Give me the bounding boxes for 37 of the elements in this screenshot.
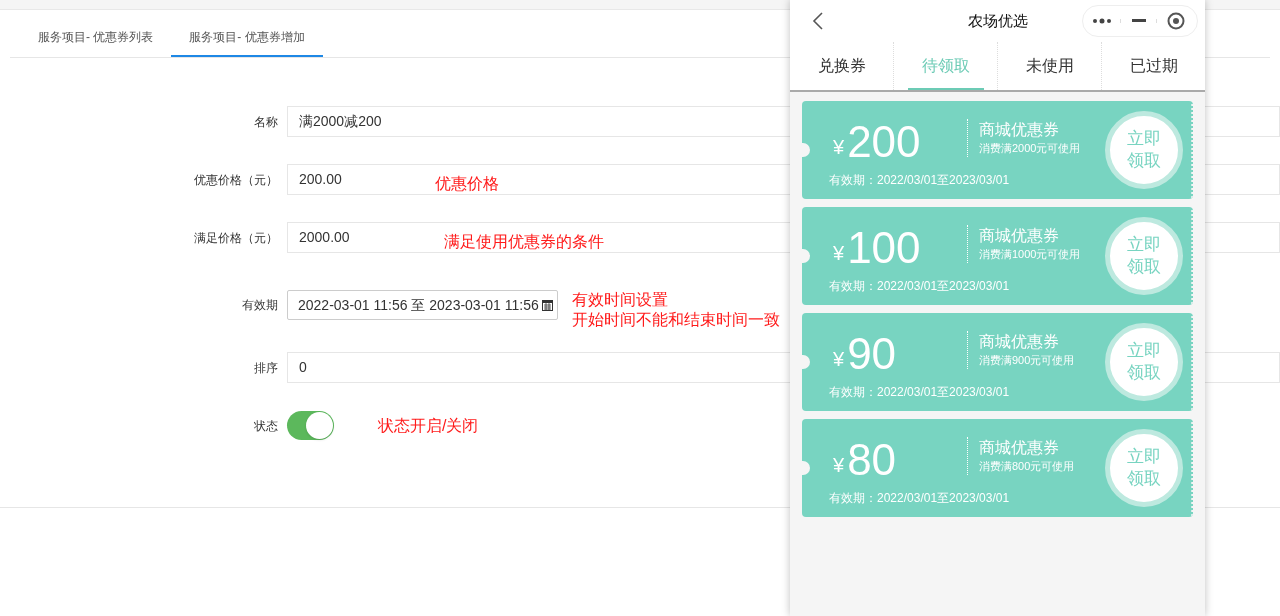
field-label: 名称 (253, 113, 279, 131)
annotation-text: 状态开启/关闭 (378, 415, 479, 436)
toggle-switch[interactable] (287, 411, 334, 440)
tab[interactable]: 未使用 (1011, 42, 1088, 90)
minimize-icon[interactable] (1120, 19, 1157, 23)
calendar-icon (541, 299, 553, 311)
annotation-text: 有效时间设置 (572, 290, 669, 310)
coupon-title: 商城优惠券 (979, 438, 1060, 458)
date-range-text: 2022-03-01 11:56 至 2023-03-01 11:56 (298, 295, 539, 315)
date-range-field[interactable]: 2022-03-01 11:56 至 2023-03-01 11:56 (287, 290, 558, 320)
tab[interactable]: 已过期 (1115, 42, 1192, 90)
annotation-text: 开始时间不能和结束时间一致 (572, 310, 780, 330)
field-label: 状态 (253, 417, 279, 435)
coupon-title: 商城优惠券 (979, 226, 1060, 246)
coupon-amount: 80 (847, 433, 897, 486)
field-label: 优惠价格（元） (193, 171, 279, 189)
back-icon[interactable] (812, 11, 824, 31)
page-title: 农场优选 (967, 10, 1028, 31)
coupon-title: 商城优惠券 (979, 120, 1060, 140)
currency-symbol: ¥ (833, 452, 845, 478)
annotation-text: 优惠价格 (435, 174, 499, 194)
coupon-condition: 消费满2000元可使用 (979, 141, 1081, 156)
field-label: 满足价格（元） (193, 229, 279, 247)
currency-symbol: ¥ (833, 134, 845, 160)
coupon-condition: 消费满900元可使用 (979, 353, 1075, 368)
validity-text: 有效期：2022/03/01至2023/03/01 (829, 277, 1010, 295)
tab[interactable]: 服务项目- 优惠券增加 (171, 19, 323, 57)
annotation-text: 满足使用优惠券的条件 (444, 232, 604, 252)
tab[interactable]: 兑换券 (803, 42, 880, 90)
field-label: 有效期 (241, 297, 279, 314)
validity-text: 有效期：2022/03/01至2023/03/01 (829, 489, 1010, 507)
field-label: 排序 (253, 359, 279, 377)
coupon-condition: 消费满800元可使用 (979, 459, 1075, 474)
coupon-title: 商城优惠券 (979, 332, 1060, 352)
validity-text: 有效期：2022/03/01至2023/03/01 (829, 171, 1010, 189)
tab[interactable]: 服务项目- 优惠券列表 (20, 19, 172, 57)
validity-text: 有效期：2022/03/01至2023/03/01 (829, 383, 1010, 401)
